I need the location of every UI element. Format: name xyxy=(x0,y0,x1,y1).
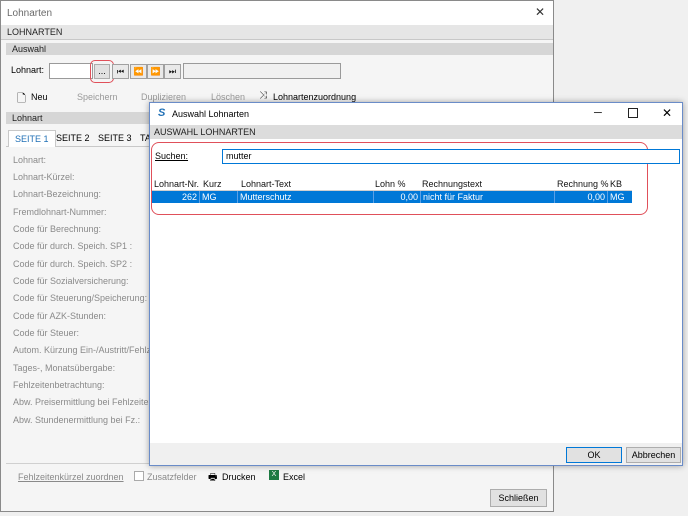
cell-kb: MG xyxy=(610,192,625,202)
zusatzfelder-checkbox[interactable] xyxy=(134,471,144,481)
drucken-button[interactable]: Drucken xyxy=(222,472,256,482)
neu-button[interactable]: Neu xyxy=(31,92,48,102)
auswahl-section-header: Auswahl xyxy=(6,43,553,55)
grid-header: Lohnart-Nr. Kurz Lohnart-Text Lohn % Rec… xyxy=(152,178,632,191)
excel-button[interactable]: Excel xyxy=(283,472,305,482)
field-label: Abw. Stundenermittlung bei Fz.: xyxy=(13,415,141,425)
field-label: Fremdlohnart-Nummer: xyxy=(13,207,107,217)
cell-rechnungstext: nicht für Faktur xyxy=(421,191,555,203)
column-header[interactable]: Rechnung % xyxy=(557,179,609,189)
fehlzeitenkuerzel-button[interactable]: Fehlzeitenkürzel zuordnen xyxy=(18,472,124,482)
minimize-icon[interactable]: ─ xyxy=(594,107,602,119)
duplizieren-button[interactable]: Duplizieren xyxy=(141,92,186,102)
column-header[interactable]: Lohnart-Nr. xyxy=(154,179,199,189)
field-label: Code für Steuer: xyxy=(13,328,80,338)
field-label: Autom. Kürzung Ein-/Austritt/Fehlz xyxy=(13,345,152,355)
cell-lohn: 0,00 xyxy=(374,191,421,203)
column-header[interactable]: Rechnungstext xyxy=(422,179,482,189)
field-label: Code für Steuerung/Speicherung: xyxy=(13,293,148,303)
first-record-icon[interactable]: ⏮ xyxy=(112,64,129,79)
lohnart-label: Lohnart: xyxy=(11,65,45,75)
loeschen-button[interactable]: Löschen xyxy=(211,92,245,102)
dialog-close-icon[interactable]: ✕ xyxy=(662,106,672,120)
cell-kurz: MG xyxy=(200,191,238,203)
tab-seite-1[interactable]: SEITE 1 xyxy=(8,130,56,147)
field-label: Code für durch. Speich. SP1 : xyxy=(13,241,133,251)
app-logo-icon: S xyxy=(158,107,166,119)
column-header[interactable]: KB xyxy=(610,179,622,189)
field-label: Lohnart-Kürzel: xyxy=(13,172,75,182)
excel-icon: X xyxy=(269,470,279,480)
cell-lohnart-text: Mutterschutz xyxy=(238,191,374,203)
column-header[interactable]: Lohn % xyxy=(375,179,406,189)
dialog-titlebar: S Auswahl Lohnarten ─ ✕ xyxy=(150,103,682,125)
schliessen-button[interactable]: Schließen xyxy=(490,489,547,507)
field-label: Lohnart-Bezeichnung: xyxy=(13,189,102,199)
last-record-icon[interactable]: ⏭ xyxy=(164,64,181,79)
next-record-icon[interactable]: ⏩ xyxy=(147,64,164,79)
search-input[interactable]: mutter xyxy=(222,149,680,164)
main-header: LOHNARTEN xyxy=(1,25,553,40)
new-document-icon[interactable]: 🗋 xyxy=(17,90,26,109)
lookup-button[interactable]: ... xyxy=(94,64,110,79)
field-label: Tages-, Monatsübergabe: xyxy=(13,363,116,373)
maximize-icon[interactable] xyxy=(628,108,638,118)
table-row[interactable]: 262 MG Mutterschutz 0,00 nicht für Faktu… xyxy=(152,191,632,203)
field-label: Code für durch. Speich. SP2 : xyxy=(13,259,133,269)
tab-seite-2[interactable]: SEITE 2 xyxy=(50,130,96,146)
column-header[interactable]: Lohnart-Text xyxy=(241,179,291,189)
field-label: Code für Sozialversicherung: xyxy=(13,276,129,286)
shuffle-icon: ⤨ xyxy=(259,90,267,101)
cell-lohnart-nr: 262 xyxy=(152,191,200,203)
abbrechen-button[interactable]: Abbrechen xyxy=(626,447,681,463)
field-label: Abw. Preisermittlung bei Fehlzeiten xyxy=(13,397,154,407)
lohnartenzuordnung-button[interactable]: Lohnartenzuordnung xyxy=(273,92,356,102)
dialog-header: AUSWAHL LOHNARTEN xyxy=(150,125,682,139)
main-titlebar: Lohnarten ✕ xyxy=(1,1,553,25)
dialog-title: Auswahl Lohnarten xyxy=(172,109,250,119)
close-icon[interactable]: ✕ xyxy=(535,5,545,19)
main-window-title: Lohnarten xyxy=(7,8,53,19)
previous-record-icon[interactable]: ⏪ xyxy=(130,64,147,79)
search-label: Suchen: xyxy=(155,151,189,161)
column-header[interactable]: Kurz xyxy=(203,179,222,189)
speichern-button[interactable]: Speichern xyxy=(77,92,118,102)
auswahl-lohnarten-dialog: S Auswahl Lohnarten ─ ✕ AUSWAHL LOHNARTE… xyxy=(149,102,683,466)
zusatzfelder-label: Zusatzfelder xyxy=(147,472,197,482)
cell-rechnung: 0,00 xyxy=(555,191,608,203)
field-label: Code für AZK-Stunden: xyxy=(13,311,107,321)
ok-button[interactable]: OK xyxy=(566,447,622,463)
field-label: Lohnart: xyxy=(13,155,47,165)
printer-icon: 🖶 xyxy=(208,472,218,483)
tab-seite-3[interactable]: SEITE 3 xyxy=(92,130,138,146)
field-label: Code für Berechnung: xyxy=(13,224,102,234)
lohnart-input[interactable] xyxy=(49,63,93,79)
field-label: Fehlzeitenbetrachtung: xyxy=(13,380,105,390)
lohnart-description-field xyxy=(183,63,341,79)
